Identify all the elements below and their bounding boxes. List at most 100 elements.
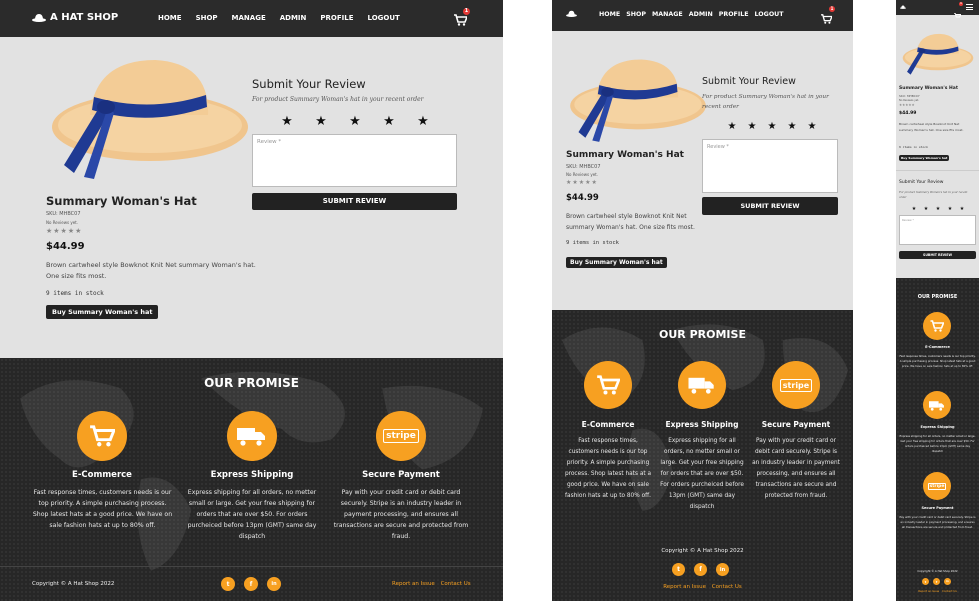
brand-logo[interactable]: A HAT SHOP — [32, 12, 118, 23]
linkedin-icon[interactable]: in — [944, 578, 951, 585]
product-description: Brown cartwheel style Bowknot Knit Net s… — [899, 122, 964, 132]
navbar: 1 — [896, 0, 979, 18]
rating-star-2[interactable]: ★ — [748, 121, 757, 132]
nav-logout[interactable]: LOGOUT — [755, 11, 784, 18]
stock-status: 9 items in stock — [899, 145, 928, 149]
copyright: Copyright © A Hat Shop 2022 — [32, 581, 115, 587]
hat-logo-icon — [900, 5, 906, 9]
ecommerce-text: Fast response times, customers needs is … — [899, 354, 976, 368]
contact-link[interactable]: Contact Us — [441, 581, 471, 587]
footer-links: Report an Issue Contact Us — [552, 584, 853, 590]
nav-admin[interactable]: ADMIN — [280, 14, 307, 22]
rating-star-5[interactable]: ★ — [808, 121, 817, 132]
rating-star-1[interactable]: ★ — [728, 121, 737, 132]
rating-star-3[interactable]: ★ — [768, 121, 777, 132]
nav-manage[interactable]: MANAGE — [232, 14, 266, 22]
nav-logout[interactable]: LOGOUT — [368, 14, 400, 22]
nav-profile[interactable]: PROFILE — [320, 14, 353, 22]
facebook-icon[interactable]: f — [933, 578, 940, 585]
payment-badge: stripe — [923, 472, 951, 500]
buy-button[interactable]: Buy Summary Woman's hat — [566, 257, 667, 268]
cart-icon — [454, 14, 469, 26]
review-textarea[interactable]: Review * — [899, 215, 976, 245]
ecommerce-badge — [77, 411, 127, 461]
rating-star-3[interactable]: ★ — [936, 206, 940, 212]
rating-star-4[interactable]: ★ — [788, 121, 797, 132]
buy-button[interactable]: Buy Summary Woman's hat — [899, 155, 950, 161]
footer-divider — [0, 566, 503, 567]
hat-logo-icon — [566, 10, 577, 17]
review-placeholder: Review * — [902, 218, 914, 222]
submit-review-button[interactable]: SUBMIT REVIEW — [899, 251, 976, 259]
footer: OUR PROMISE stripe E-Commerce Express Sh… — [0, 358, 503, 601]
ecommerce-title: E-Commerce — [72, 470, 132, 480]
linkedin-icon[interactable]: in — [267, 577, 281, 591]
hamburger-icon[interactable] — [966, 4, 973, 10]
cart-button[interactable]: 1 — [821, 6, 835, 28]
review-textarea[interactable]: Review * — [252, 134, 457, 187]
product-rating-stars: ★★★★★ — [899, 103, 915, 107]
report-issue-link[interactable]: Report an Issue — [918, 589, 939, 593]
brand-logo[interactable] — [900, 5, 906, 9]
rating-star-3[interactable]: ★ — [349, 114, 361, 129]
report-issue-link[interactable]: Report an Issue — [663, 584, 706, 590]
facebook-icon[interactable]: f — [244, 577, 258, 591]
rating-star-5[interactable]: ★ — [960, 206, 964, 212]
nav-admin[interactable]: ADMIN — [689, 11, 713, 18]
cart-icon — [821, 14, 833, 24]
rating-input: ★ ★ ★ ★ ★ — [908, 206, 968, 212]
cart-icon — [954, 13, 962, 18]
product-price: $44.99 — [566, 193, 599, 203]
cart-button[interactable]: 1 — [454, 8, 470, 30]
rating-input: ★ ★ ★ ★ ★ — [722, 121, 822, 132]
rating-input: ★ ★ ★ ★ ★ — [270, 114, 440, 129]
product-title: Summary Woman's Hat — [46, 194, 197, 208]
nav-shop[interactable]: SHOP — [196, 14, 218, 22]
rating-star-2[interactable]: ★ — [315, 114, 327, 129]
brand-logo[interactable] — [566, 10, 577, 17]
nav-home[interactable]: HOME — [599, 11, 620, 18]
nav-manage[interactable]: MANAGE — [652, 11, 683, 18]
report-issue-link[interactable]: Report an Issue — [392, 581, 435, 587]
hat-logo-icon — [32, 14, 46, 22]
stripe-icon: stripe — [779, 378, 813, 392]
product-title: Summary Woman's Hat — [899, 86, 958, 91]
submit-review-button[interactable]: SUBMIT REVIEW — [702, 197, 838, 215]
twitter-icon[interactable]: t — [672, 563, 685, 576]
product-reviews-count: No Reviews yet. — [899, 99, 920, 102]
cart-button[interactable]: 1 — [954, 2, 963, 23]
shipping-badge — [678, 361, 726, 409]
product-rating-stars: ★★★★★ — [566, 179, 598, 186]
twitter-icon[interactable]: t — [221, 577, 235, 591]
cart-count-badge: 1 — [959, 2, 963, 6]
rating-star-1[interactable]: ★ — [912, 206, 916, 212]
shipping-text: Express shipping for all orders, no mett… — [187, 489, 317, 540]
contact-link[interactable]: Contact Us — [712, 584, 742, 590]
navbar: A HAT SHOP HOME SHOP MANAGE ADMIN PROFIL… — [0, 0, 503, 37]
rating-star-2[interactable]: ★ — [924, 206, 928, 212]
review-textarea[interactable]: Review * — [702, 139, 838, 193]
nav-profile[interactable]: PROFILE — [719, 11, 749, 18]
footer: OUR PROMISE E-Commerce Fast response tim… — [896, 278, 979, 601]
contact-link[interactable]: Contact Us — [942, 589, 957, 593]
review-placeholder: Review * — [257, 139, 282, 145]
buy-button[interactable]: Buy Summary Woman's hat — [46, 305, 159, 319]
rating-star-5[interactable]: ★ — [417, 114, 429, 129]
nav-home[interactable]: HOME — [158, 14, 182, 22]
facebook-icon[interactable]: f — [694, 563, 707, 576]
tablet-view: HOME SHOP MANAGE ADMIN PROFILE LOGOUT 1 … — [552, 0, 853, 601]
submit-review-button[interactable]: SUBMIT REVIEW — [252, 193, 457, 210]
shipping-badge — [227, 411, 277, 461]
payment-title: Secure Payment — [362, 470, 440, 480]
copyright: Copyright © A Hat Shop 2022 — [917, 569, 958, 573]
nav-shop[interactable]: SHOP — [626, 11, 646, 18]
rating-star-4[interactable]: ★ — [383, 114, 395, 129]
twitter-icon[interactable]: t — [922, 578, 929, 585]
truck-icon — [237, 428, 265, 446]
linkedin-icon[interactable]: in — [716, 563, 729, 576]
payment-text: Pay with your credit card or debit card … — [899, 515, 976, 529]
rating-star-1[interactable]: ★ — [281, 114, 293, 129]
shipping-text: Express shipping for all orders, no mett… — [660, 438, 744, 510]
cart-count-badge: 1 — [829, 6, 835, 12]
rating-star-4[interactable]: ★ — [948, 206, 952, 212]
